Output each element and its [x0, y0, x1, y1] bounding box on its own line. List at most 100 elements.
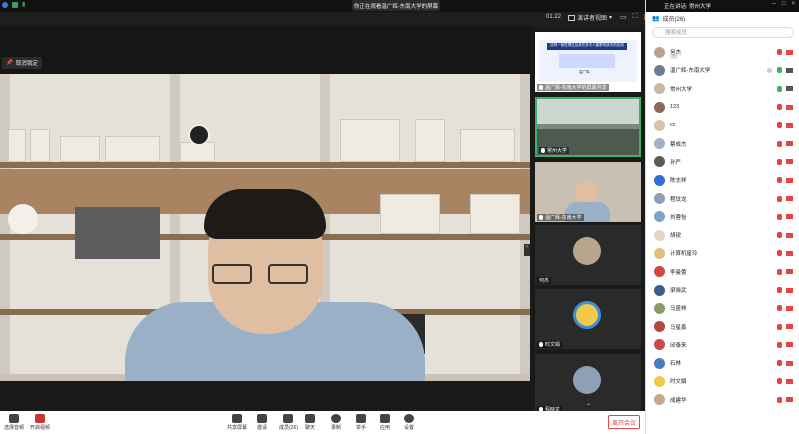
member-row[interactable]: 孙严 — [646, 153, 799, 171]
scroll-down-icon[interactable]: ⌄ — [586, 400, 591, 407]
member-name: 马盛林 — [670, 306, 687, 313]
mic-muted-icon[interactable] — [777, 378, 782, 385]
sharing-notice: 你正在观看温广辉-东南大学的屏幕 — [352, 0, 440, 11]
unpin-button[interactable]: 📌 取消锁定 — [2, 57, 42, 69]
camera-off-icon[interactable] — [786, 196, 793, 202]
mic-muted-icon[interactable] — [777, 49, 782, 56]
camera-off-icon[interactable] — [786, 360, 793, 366]
member-search-input[interactable]: 搜索成员 — [652, 27, 794, 38]
shield-icon[interactable] — [12, 1, 18, 8]
mic-muted-icon[interactable] — [777, 396, 782, 403]
camera-off-icon[interactable] — [786, 324, 793, 330]
member-row[interactable]: 何杰 (我) — [646, 43, 799, 61]
mic-muted-icon[interactable] — [777, 232, 782, 239]
video-button[interactable]: 开启视频 — [30, 414, 50, 431]
camera-off-icon[interactable] — [786, 397, 793, 403]
member-row[interactable]: 计算机星玲 — [646, 244, 799, 262]
apps-button[interactable]: 应用 — [380, 414, 390, 431]
mic-muted-icon[interactable] — [777, 177, 782, 184]
camera-off-icon[interactable] — [786, 269, 793, 275]
member-row[interactable]: 马星鑫 — [646, 317, 799, 335]
chat-button[interactable]: 聊天 — [305, 414, 315, 431]
avatar — [654, 46, 665, 58]
main-video[interactable]: 📌 取消锁定 ☰ › — [0, 26, 530, 381]
camera-off-icon[interactable] — [786, 232, 793, 238]
member-row[interactable]: 石林 — [646, 354, 799, 372]
minimize-icon[interactable]: – — [773, 1, 776, 7]
member-row[interactable]: 蔡成杰 — [646, 134, 799, 152]
leave-meeting-button[interactable]: 离开会议 — [608, 415, 640, 429]
camera-off-icon[interactable] — [786, 305, 793, 311]
record-button[interactable]: 录制 — [331, 414, 341, 431]
thumbnail-member[interactable]: 何杰 — [535, 225, 641, 285]
member-name: 程玟龙 — [670, 196, 687, 203]
mic-muted-icon[interactable] — [777, 250, 782, 257]
camera-off-icon[interactable] — [786, 287, 793, 293]
share-status-icon — [767, 67, 772, 73]
avatar — [654, 339, 665, 351]
member-name: 李曼蕾 — [670, 269, 687, 276]
mic-muted-icon[interactable] — [777, 158, 782, 165]
member-row[interactable]: 刘蓉怡 — [646, 208, 799, 226]
mic-icon[interactable] — [777, 67, 782, 74]
member-row[interactable]: 温广辉-东南大学 — [646, 61, 799, 79]
settings-button[interactable]: 设置 — [404, 414, 414, 431]
view-switch-button[interactable]: 演讲者视图 ▾ — [568, 13, 612, 22]
thumbnail-member[interactable]: 时文娟 — [535, 289, 641, 349]
camera-off-icon[interactable] — [786, 104, 793, 110]
mic-muted-icon[interactable] — [777, 268, 782, 275]
member-row[interactable]: 程玟龙 — [646, 189, 799, 207]
thumbnail-speaker[interactable]: 温广辉-东南大学 — [535, 162, 641, 222]
thumbnail-classroom[interactable]: 常州大学 — [535, 97, 641, 157]
fullscreen-icon[interactable]: ⛶ — [633, 13, 638, 21]
share-screen-button[interactable]: 共享屏幕 — [227, 414, 247, 431]
invite-button[interactable]: 邀请 — [257, 414, 267, 431]
camera-off-icon[interactable] — [786, 122, 793, 128]
maximize-icon[interactable]: □ — [782, 1, 786, 7]
mic-muted-icon[interactable] — [777, 195, 782, 202]
member-row[interactable]: 成建华 — [646, 391, 799, 409]
mic-muted-icon[interactable] — [777, 122, 782, 129]
member-row[interactable]: 邱泰来 — [646, 336, 799, 354]
member-row[interactable]: 时文娟 — [646, 372, 799, 390]
camera-off-icon[interactable] — [786, 141, 793, 147]
member-row[interactable]: 李曼蕾 — [646, 263, 799, 281]
member-row[interactable]: 梁晓武 — [646, 281, 799, 299]
member-row[interactable]: 123 — [646, 98, 799, 116]
member-row[interactable]: 常州大学 — [646, 80, 799, 98]
camera-icon[interactable] — [786, 86, 793, 92]
camera-icon[interactable] — [786, 67, 793, 73]
mic-muted-icon[interactable] — [777, 341, 782, 348]
camera-off-icon[interactable] — [786, 49, 793, 55]
mic-muted-icon[interactable] — [777, 287, 782, 293]
window-controls: ▭ ⛶ ▯ — [620, 13, 647, 21]
invite-icon — [257, 414, 267, 423]
member-row[interactable]: 马盛林 — [646, 299, 799, 317]
mic-muted-icon[interactable] — [777, 305, 782, 312]
camera-off-icon[interactable] — [786, 342, 793, 348]
audio-button[interactable]: 选择音频 — [4, 414, 24, 431]
layout-icon[interactable]: ▭ — [620, 13, 627, 21]
mic-muted-icon[interactable] — [777, 140, 782, 147]
chevron-down-icon: ▾ — [609, 15, 613, 21]
mic-muted-icon[interactable] — [777, 360, 782, 367]
mic-muted-icon[interactable] — [777, 213, 782, 220]
member-row[interactable]: 陈志祥 — [646, 171, 799, 189]
member-row[interactable]: cc — [646, 116, 799, 134]
member-name: 123 — [670, 104, 680, 111]
camera-off-icon[interactable] — [786, 214, 793, 220]
info-icon[interactable] — [2, 1, 8, 8]
raise-hand-button[interactable]: 举手 — [356, 414, 366, 431]
members-button[interactable]: 成员(26) — [279, 414, 298, 431]
camera-off-icon[interactable] — [786, 177, 793, 183]
mic-icon[interactable] — [777, 85, 782, 92]
member-row[interactable]: 胡锐 — [646, 226, 799, 244]
camera-off-icon[interactable] — [786, 378, 793, 384]
avatar — [654, 174, 665, 186]
close-icon[interactable]: × — [791, 1, 795, 7]
mic-muted-icon[interactable] — [777, 323, 782, 330]
thumbnail-screen-share[interactable]: 协同一致性理论及其在多无人集群系统中的应用 温广辉 温广辉-东南大学的屏幕共享 — [535, 32, 641, 92]
camera-off-icon[interactable] — [786, 250, 793, 256]
camera-off-icon[interactable] — [786, 159, 793, 165]
mic-muted-icon[interactable] — [777, 104, 782, 111]
